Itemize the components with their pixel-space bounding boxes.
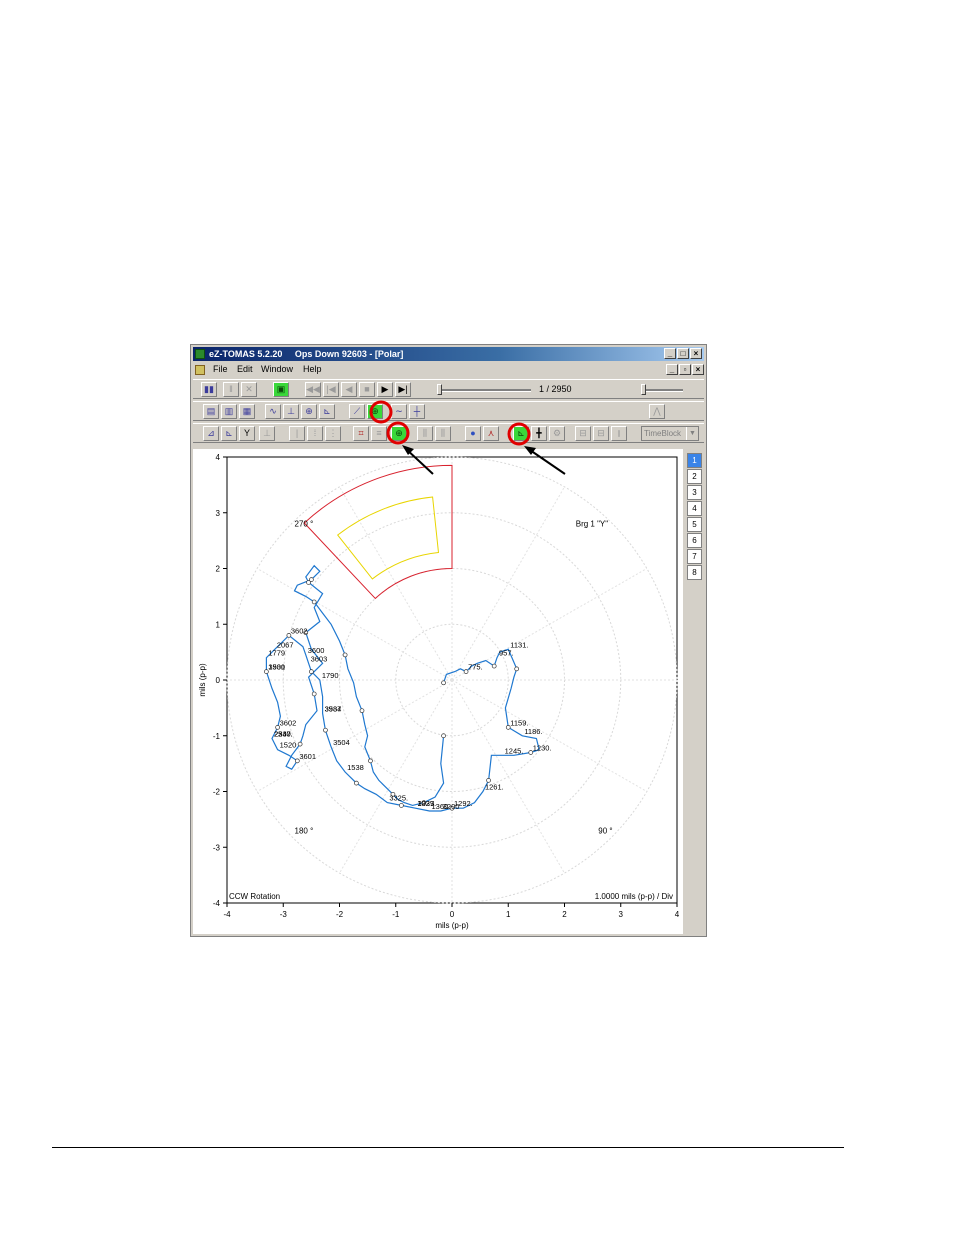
page-footer-rule xyxy=(52,1147,844,1148)
arrow-icon xyxy=(402,445,434,475)
highlight-circle-zone xyxy=(507,422,531,446)
highlight-circle-grid xyxy=(386,421,410,445)
highlight-circle-polar xyxy=(369,400,393,424)
arrow-icon xyxy=(524,446,566,475)
annotation-overlay xyxy=(369,400,566,475)
